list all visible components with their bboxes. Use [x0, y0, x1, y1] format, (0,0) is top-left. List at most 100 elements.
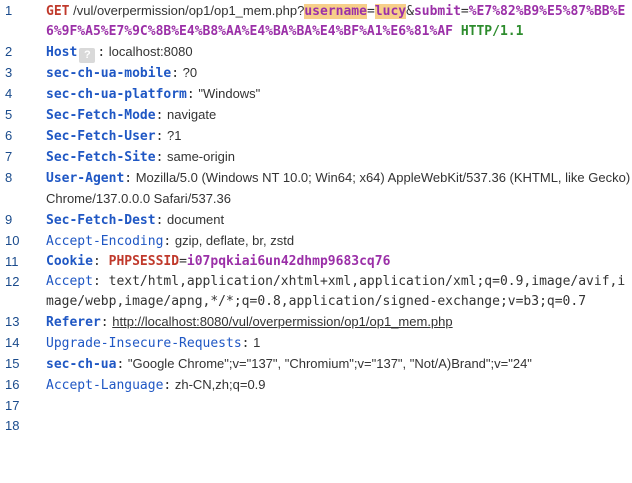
header-text[interactable]: Accept-Language: zh-CN,zh;q=0.9	[46, 375, 632, 396]
header-value: localhost:8080	[105, 44, 193, 59]
header-value: gzip, deflate, br, zstd	[171, 233, 295, 248]
header-line-referer: 13 Referer: http://localhost:8080/vul/ov…	[0, 312, 632, 333]
header-name: Accept-Encoding	[46, 234, 164, 249]
header-value: same-origin	[163, 149, 235, 164]
header-name: Upgrade-Insecure-Requests	[46, 336, 242, 351]
http-version: HTTP/1.1	[453, 24, 524, 39]
header-name: sec-ch-ua-platform	[46, 87, 187, 102]
line-number: 12	[5, 274, 20, 289]
header-line-upgrade-insecure-requests: 14 Upgrade-Insecure-Requests: 1	[0, 333, 632, 354]
header-line-user-agent: 8 User-Agent: Mozilla/5.0 (Windows NT 10…	[0, 168, 632, 210]
line-number: 2	[5, 44, 13, 59]
line-number: 13	[5, 314, 20, 329]
header-colon: :	[92, 274, 101, 289]
referer-link[interactable]: http://localhost:8080/vul/overpermission…	[112, 314, 452, 329]
header-line-accept: 12 Accept: text/html,application/xhtml+x…	[0, 272, 632, 312]
header-text[interactable]: sec-ch-ua-mobile: ?0	[46, 63, 632, 84]
line-number: 14	[5, 335, 20, 350]
line-number: 11	[5, 254, 19, 269]
header-text[interactable]: Sec-Fetch-Site: same-origin	[46, 147, 632, 168]
header-colon: :	[124, 171, 133, 186]
header-text[interactable]: Sec-Fetch-Dest: document	[46, 210, 632, 231]
empty-line: 18	[0, 416, 632, 436]
line-number: 6	[5, 128, 13, 143]
header-value: text/html,application/xhtml+xml,applicat…	[46, 274, 626, 309]
line-number: 1	[5, 3, 13, 18]
header-name: Sec-Fetch-User	[46, 129, 156, 144]
line-number: 16	[5, 377, 20, 392]
request-line-text[interactable]: GET /vul/overpermission/op1/op1_mem.php?…	[46, 1, 632, 42]
header-text[interactable]: Accept: text/html,application/xhtml+xml,…	[46, 272, 632, 312]
query-equals: =	[460, 4, 469, 19]
header-line-sec-fetch-dest: 9 Sec-Fetch-Dest: document	[0, 210, 632, 231]
http-method: GET	[46, 4, 70, 19]
header-text[interactable]: Upgrade-Insecure-Requests: 1	[46, 333, 632, 354]
header-line-cookie: 11 Cookie: PHPSESSID=i07pqkiai6un42dhmp9…	[0, 252, 632, 272]
header-line-sec-fetch-user: 6 Sec-Fetch-User: ?1	[0, 126, 632, 147]
header-name: User-Agent	[46, 171, 125, 186]
header-text[interactable]: sec-ch-ua: "Google Chrome";v="137", "Chr…	[46, 354, 632, 375]
header-value: "Windows"	[194, 86, 261, 101]
header-value: ?1	[163, 128, 182, 143]
header-text[interactable]: Host?: localhost:8080	[46, 42, 632, 63]
line-number: 4	[5, 86, 13, 101]
header-line-accept-language: 16 Accept-Language: zh-CN,zh;q=0.9	[0, 375, 632, 396]
query-param-username-value: lucy	[374, 4, 407, 19]
help-icon[interactable]: ?	[79, 48, 96, 63]
query-equals: =	[366, 4, 375, 19]
http-request-editor[interactable]: 1 GET /vul/overpermission/op1/op1_mem.ph…	[0, 0, 632, 483]
query-param-submit-key: submit	[413, 4, 461, 19]
header-value: navigate	[163, 107, 217, 122]
header-name: Sec-Fetch-Mode	[46, 108, 156, 123]
cookie-name: PHPSESSID	[100, 254, 180, 269]
header-line-sec-fetch-site: 7 Sec-Fetch-Site: same-origin	[0, 147, 632, 168]
query-param-username-key: username	[304, 4, 367, 19]
line-number: 10	[5, 233, 20, 248]
line-number: 15	[5, 356, 20, 371]
header-text[interactable]: Sec-Fetch-User: ?1	[46, 126, 632, 147]
header-colon: :	[171, 66, 180, 81]
line-number: 9	[5, 212, 13, 227]
header-value: Mozilla/5.0 (Windows NT 10.0; Win64; x64…	[46, 170, 631, 206]
header-name: Cookie	[46, 254, 93, 269]
header-colon: :	[100, 315, 109, 330]
line-number: 18	[5, 418, 20, 433]
header-colon: :	[241, 336, 250, 351]
header-text[interactable]: Cookie: PHPSESSID=i07pqkiai6un42dhmp9683…	[46, 252, 632, 272]
header-colon: :	[186, 87, 195, 102]
line-number: 8	[5, 170, 13, 185]
line-number: 3	[5, 65, 13, 80]
header-name: Referer	[46, 315, 101, 330]
header-line-accept-encoding: 10 Accept-Encoding: gzip, deflate, br, z…	[0, 231, 632, 252]
cookie-value: i07pqkiai6un42dhmp9683cq76	[186, 254, 391, 269]
header-name: Accept-Language	[46, 378, 164, 393]
header-line-sec-ch-ua: 15 sec-ch-ua: "Google Chrome";v="137", "…	[0, 354, 632, 375]
header-colon: :	[97, 45, 106, 60]
header-value: 1	[249, 335, 261, 350]
header-text[interactable]: Sec-Fetch-Mode: navigate	[46, 105, 632, 126]
empty-line: 17	[0, 396, 632, 416]
header-text[interactable]: sec-ch-ua-platform: "Windows"	[46, 84, 632, 105]
line-number: 7	[5, 149, 13, 164]
request-line: 1 GET /vul/overpermission/op1/op1_mem.ph…	[0, 1, 632, 42]
header-line-sec-ch-ua-platform: 4 sec-ch-ua-platform: "Windows"	[0, 84, 632, 105]
cookie-equals: =	[179, 254, 187, 269]
line-number: 5	[5, 107, 13, 122]
header-text[interactable]: Referer: http://localhost:8080/vul/overp…	[46, 312, 632, 333]
header-value: "Google Chrome";v="137", "Chromium";v="1…	[124, 356, 532, 371]
header-text[interactable]: Accept-Encoding: gzip, deflate, br, zstd	[46, 231, 632, 252]
header-name: Sec-Fetch-Dest	[46, 213, 156, 228]
line-number: 17	[5, 398, 20, 413]
header-line-host: 2 Host?: localhost:8080	[0, 42, 632, 63]
header-colon: :	[92, 254, 101, 269]
header-name: Host	[46, 45, 78, 60]
query-separator: &	[406, 4, 414, 19]
header-name: sec-ch-ua	[46, 357, 117, 372]
header-name: Accept	[46, 274, 93, 289]
header-text[interactable]: User-Agent: Mozilla/5.0 (Windows NT 10.0…	[46, 168, 632, 210]
header-value: document	[163, 212, 225, 227]
header-value: ?0	[179, 65, 198, 80]
header-name: sec-ch-ua-mobile	[46, 66, 172, 81]
header-line-sec-fetch-mode: 5 Sec-Fetch-Mode: navigate	[0, 105, 632, 126]
header-name: Sec-Fetch-Site	[46, 150, 156, 165]
